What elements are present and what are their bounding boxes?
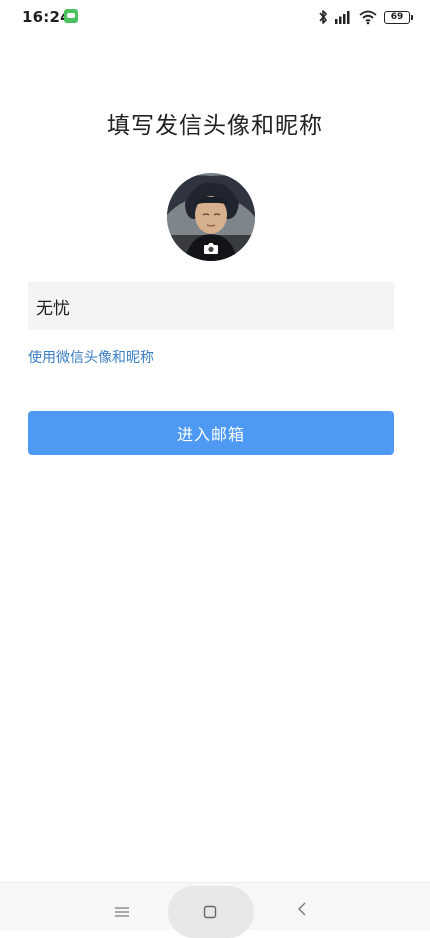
- back-icon[interactable]: [296, 901, 308, 921]
- page-title: 填写发信头像和昵称: [107, 113, 323, 139]
- battery-level: 69: [390, 11, 404, 22]
- navigation-bar: [0, 882, 430, 938]
- status-icons: 69: [318, 8, 413, 26]
- home-button[interactable]: [168, 886, 254, 938]
- app-notification-icon: [64, 9, 78, 23]
- wifi-icon: [358, 9, 378, 25]
- nickname-field[interactable]: [28, 282, 394, 330]
- signal-icon: [334, 9, 352, 25]
- status-bar: 16:24 69: [0, 0, 430, 34]
- enter-mailbox-button[interactable]: 进入邮箱: [28, 411, 394, 455]
- home-icon: [203, 904, 217, 923]
- bluetooth-icon: [318, 9, 328, 25]
- avatar[interactable]: [167, 173, 255, 261]
- menu-icon[interactable]: [114, 903, 130, 922]
- battery-icon: 69: [384, 10, 413, 24]
- camera-icon: [204, 242, 218, 254]
- avatar-camera-overlay[interactable]: [167, 235, 255, 261]
- use-wechat-profile-link[interactable]: 使用微信头像和昵称: [28, 347, 154, 367]
